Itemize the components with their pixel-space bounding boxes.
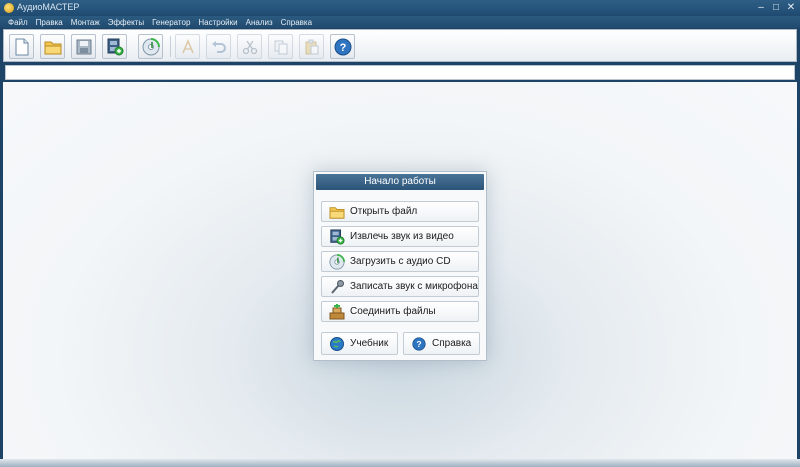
cut-button[interactable]: [237, 34, 262, 59]
paste-icon: [305, 39, 318, 54]
menu-effects[interactable]: Эффекты: [104, 16, 148, 28]
tutorial-button[interactable]: Учебник: [321, 332, 398, 355]
toolbar-separator: [170, 36, 171, 57]
record-microphone-panel-button[interactable]: Записать звук с микрофона: [321, 276, 479, 297]
open-folder-icon: [44, 41, 61, 54]
mark-icon: [181, 38, 194, 53]
svg-text:?: ?: [416, 339, 421, 349]
close-button[interactable]: ✕: [784, 1, 798, 14]
menu-montage[interactable]: Монтаж: [67, 16, 104, 28]
record-microphone-label: Записать звук с микрофона: [350, 281, 478, 292]
menu-settings[interactable]: Настройки: [194, 16, 241, 28]
extract-from-video-icon: [330, 228, 345, 245]
status-bar: [0, 459, 800, 467]
join-files-icon: [329, 303, 345, 319]
menu-bar: Файл Правка Монтаж Эффекты Генератор Нас…: [0, 16, 800, 28]
menu-analysis[interactable]: Анализ: [242, 16, 277, 28]
new-file-button[interactable]: [9, 34, 34, 59]
help-button[interactable]: ?: [330, 34, 355, 59]
save-button[interactable]: [71, 34, 96, 59]
cut-icon: [242, 40, 257, 54]
join-files-panel-button[interactable]: Соединить файлы: [321, 301, 479, 322]
undo-button[interactable]: [206, 34, 231, 59]
copy-icon: [274, 40, 287, 54]
load-cd-icon: [142, 37, 160, 55]
menu-generator[interactable]: Генератор: [148, 16, 194, 28]
help-icon: ?: [412, 336, 426, 351]
microphone-icon: [331, 279, 344, 294]
join-files-label: Соединить файлы: [350, 306, 436, 317]
extract-from-video-icon: [107, 38, 123, 55]
extract-from-video-panel-button[interactable]: Извлечь звук из видео: [321, 226, 479, 247]
toolbar: ?: [3, 29, 797, 62]
maximize-button[interactable]: □: [769, 1, 783, 14]
menu-edit[interactable]: Правка: [32, 16, 67, 28]
help-panel-button[interactable]: ? Справка: [403, 332, 480, 355]
menu-file[interactable]: Файл: [4, 16, 32, 28]
tutorial-label: Учебник: [350, 338, 389, 349]
load-cd-panel-button[interactable]: Загрузить с аудио CD: [321, 251, 479, 272]
load-cd-icon: [329, 253, 345, 270]
help-label: Справка: [432, 338, 472, 349]
open-file-button[interactable]: [40, 34, 65, 59]
start-panel: Начало работы Открыть файл Извлечь звук …: [313, 171, 487, 361]
open-folder-icon: [329, 206, 345, 219]
copy-button[interactable]: [268, 34, 293, 59]
mark-button[interactable]: [175, 34, 200, 59]
file-tabs-strip: [5, 65, 795, 80]
load-cd-button[interactable]: [138, 34, 163, 59]
title-bar: АудиоМАСТЕР – □ ✕: [0, 0, 800, 16]
new-file-icon: [15, 38, 28, 55]
extract-from-video-button[interactable]: [102, 34, 127, 59]
help-icon: ?: [334, 38, 351, 55]
save-icon: [76, 39, 91, 54]
menu-help[interactable]: Справка: [277, 16, 316, 28]
window-title: АудиоМАСТЕР: [17, 2, 80, 12]
load-cd-label: Загрузить с аудио CD: [350, 256, 451, 267]
svg-text:?: ?: [339, 42, 346, 54]
globe-icon: [330, 336, 344, 351]
open-file-label: Открыть файл: [350, 206, 418, 217]
minimize-button[interactable]: –: [754, 1, 768, 14]
open-file-panel-button[interactable]: Открыть файл: [321, 201, 479, 222]
app-logo-icon: [4, 3, 14, 13]
start-panel-title: Начало работы: [316, 174, 484, 190]
extract-from-video-label: Извлечь звук из видео: [350, 231, 454, 242]
undo-icon: [211, 40, 226, 53]
paste-button[interactable]: [299, 34, 324, 59]
